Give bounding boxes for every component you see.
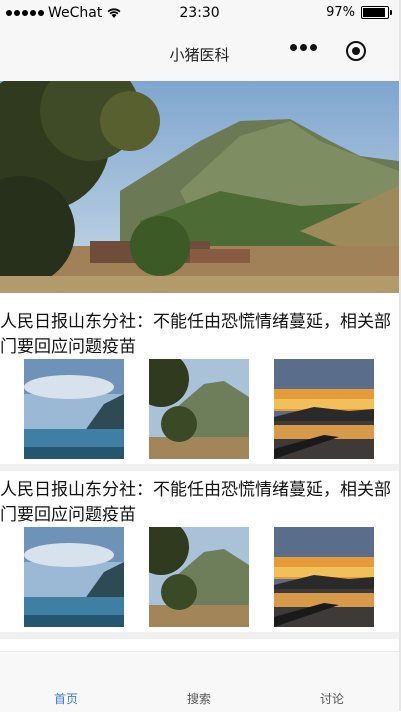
thumbnail-sunset-lake[interactable] (274, 527, 374, 627)
thumbnail-sunset-lake[interactable] (274, 359, 374, 459)
close-circle-icon[interactable] (346, 41, 366, 61)
mountain-landscape-image (0, 81, 399, 293)
tab-search[interactable]: 搜索 (159, 690, 239, 707)
article-divider (0, 464, 399, 471)
article-title[interactable]: 人民日报山东分社：不能任由恐慌情绪蔓延，相关部门要回应问题疫苗 (0, 310, 399, 360)
article-divider (0, 632, 399, 639)
tab-home[interactable]: 首页 (26, 690, 106, 707)
thumbnail-lake-clouds[interactable] (24, 527, 124, 627)
more-dots-icon[interactable] (290, 44, 317, 51)
banner-image[interactable] (0, 81, 399, 293)
status-bar: WeChat 23:30 97% (0, 0, 399, 28)
thumbnail-mountain-forest[interactable] (149, 359, 249, 459)
battery-percent: 97% (326, 5, 355, 20)
battery-icon (361, 6, 392, 19)
app-frame: WeChat 23:30 97% 小猪医科 人民日报山东分社：不能任由恐慌情绪蔓… (0, 0, 401, 712)
navigation-bar: 小猪医科 (0, 28, 399, 81)
article-title[interactable]: 人民日报山东分社：不能任由恐慌情绪蔓延，相关部门要回应问题疫苗 (0, 478, 399, 528)
thumbnail-mountain-forest[interactable] (149, 527, 249, 627)
tab-discuss[interactable]: 讨论 (292, 690, 372, 707)
status-right: 97% (326, 5, 392, 20)
tab-bar: 首页 搜索 讨论 (0, 651, 399, 712)
thumbnail-lake-clouds[interactable] (24, 359, 124, 459)
page-title: 小猪医科 (169, 46, 230, 64)
